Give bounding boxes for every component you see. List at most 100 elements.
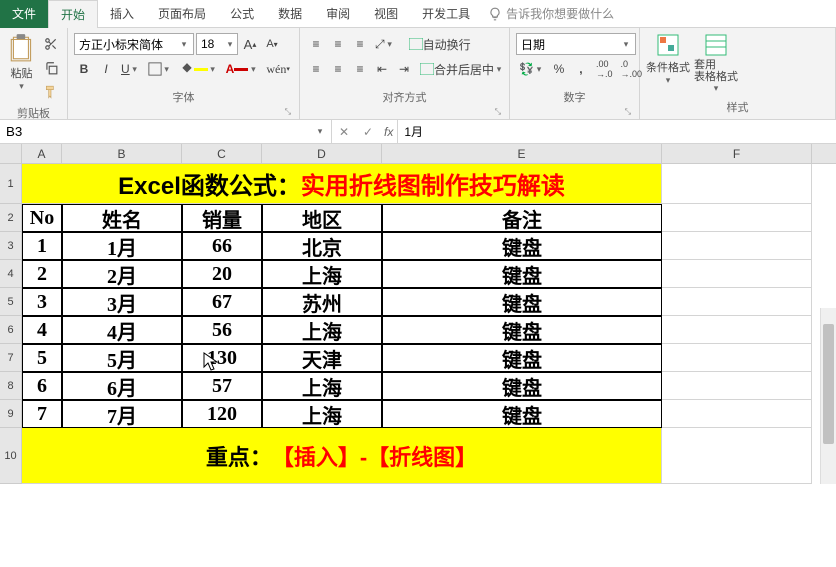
align-right-button[interactable]: ≡ (350, 58, 370, 80)
cell-f[interactable] (662, 288, 812, 316)
row-header-5[interactable]: 5 (0, 288, 22, 316)
cell-remark[interactable]: 键盘 (382, 288, 662, 316)
tab-insert[interactable]: 插入 (98, 0, 146, 28)
italic-button[interactable]: I (96, 58, 116, 80)
col-header-d[interactable]: D (262, 144, 382, 163)
increase-font-button[interactable]: A▴ (240, 33, 260, 55)
format-painter-button[interactable] (41, 81, 61, 103)
paste-button[interactable]: 粘贴 ▾ (6, 33, 37, 92)
cell-sales[interactable]: 130 (182, 344, 262, 372)
cell-remark[interactable]: 键盘 (382, 316, 662, 344)
percent-button[interactable]: % (549, 58, 569, 80)
select-all-button[interactable] (0, 144, 22, 163)
decrease-indent-button[interactable]: ⇤ (372, 58, 392, 80)
cell-f2[interactable] (662, 204, 812, 232)
align-center-button[interactable]: ≡ (328, 58, 348, 80)
accounting-format-button[interactable]: 💱▾ (516, 58, 547, 80)
cell-f[interactable] (662, 400, 812, 428)
cell-no[interactable]: 2 (22, 260, 62, 288)
orientation-button[interactable]: ⤢▾ (372, 33, 398, 55)
bold-button[interactable]: B (74, 58, 94, 80)
col-header-f[interactable]: F (662, 144, 812, 163)
cut-button[interactable] (41, 33, 61, 55)
align-left-button[interactable]: ≡ (306, 58, 326, 80)
cell-no[interactable]: 4 (22, 316, 62, 344)
header-area[interactable]: 地区 (262, 204, 382, 232)
row-header-2[interactable]: 2 (0, 204, 22, 232)
cell-no[interactable]: 5 (22, 344, 62, 372)
row-header-3[interactable]: 3 (0, 232, 22, 260)
vertical-scrollbar[interactable] (820, 308, 836, 484)
cancel-formula-button[interactable]: ✕ (332, 125, 356, 139)
row-header-4[interactable]: 4 (0, 260, 22, 288)
col-header-e[interactable]: E (382, 144, 662, 163)
cell-no[interactable]: 3 (22, 288, 62, 316)
increase-indent-button[interactable]: ⇥ (394, 58, 414, 80)
cell-sales[interactable]: 20 (182, 260, 262, 288)
merge-center-button[interactable]: 合并后居中▾ (416, 58, 508, 80)
scrollbar-thumb[interactable] (823, 324, 834, 444)
cell-area[interactable]: 苏州 (262, 288, 382, 316)
cell-f[interactable] (662, 260, 812, 288)
comma-button[interactable]: , (571, 58, 591, 80)
cell-area[interactable]: 上海 (262, 260, 382, 288)
cell-remark[interactable]: 键盘 (382, 232, 662, 260)
cell-area[interactable]: 天津 (262, 344, 382, 372)
row-header-7[interactable]: 7 (0, 344, 22, 372)
border-button[interactable]: ▾ (145, 58, 175, 80)
cell-f[interactable] (662, 232, 812, 260)
row-header-1[interactable]: 1 (0, 164, 22, 204)
header-no[interactable]: No (22, 204, 62, 232)
cell-f1[interactable] (662, 164, 812, 204)
cell-sales[interactable]: 120 (182, 400, 262, 428)
cell-f[interactable] (662, 344, 812, 372)
cell-area[interactable]: 上海 (262, 400, 382, 428)
name-box-input[interactable] (6, 124, 66, 139)
cell-name[interactable]: 4月 (62, 316, 182, 344)
cell-area[interactable]: 北京 (262, 232, 382, 260)
row-header-8[interactable]: 8 (0, 372, 22, 400)
cell-name[interactable]: 3月 (62, 288, 182, 316)
phonetic-button[interactable]: wén▾ (263, 58, 293, 80)
cell-name[interactable]: 1月 (62, 232, 182, 260)
cell-area[interactable]: 上海 (262, 372, 382, 400)
tab-page-layout[interactable]: 页面布局 (146, 0, 218, 28)
cell-f10[interactable] (662, 428, 812, 484)
cell-name[interactable]: 6月 (62, 372, 182, 400)
align-top-button[interactable]: ≡ (306, 33, 326, 55)
col-header-b[interactable]: B (62, 144, 182, 163)
cell-remark[interactable]: 键盘 (382, 344, 662, 372)
row-header-10[interactable]: 10 (0, 428, 22, 484)
cell-f[interactable] (662, 316, 812, 344)
align-middle-button[interactable]: ≡ (328, 33, 348, 55)
cell-area[interactable]: 上海 (262, 316, 382, 344)
cell-name[interactable]: 5月 (62, 344, 182, 372)
cell-no[interactable]: 6 (22, 372, 62, 400)
footer-cell[interactable]: 重点：【插入】-【折线图】 (22, 428, 662, 484)
cell-remark[interactable]: 键盘 (382, 400, 662, 428)
tab-data[interactable]: 数据 (266, 0, 314, 28)
header-name[interactable]: 姓名 (62, 204, 182, 232)
title-cell[interactable]: Excel函数公式：实用折线图制作技巧解读 (22, 164, 662, 204)
conditional-format-button[interactable]: 条件格式▾ (646, 33, 690, 86)
cell-f[interactable] (662, 372, 812, 400)
col-header-a[interactable]: A (22, 144, 62, 163)
col-header-c[interactable]: C (182, 144, 262, 163)
align-bottom-button[interactable]: ≡ (350, 33, 370, 55)
name-box[interactable]: ▾ (0, 120, 332, 143)
formula-input[interactable] (398, 125, 836, 139)
underline-button[interactable]: U▾ (118, 58, 143, 80)
cell-sales[interactable]: 57 (182, 372, 262, 400)
row-header-9[interactable]: 9 (0, 400, 22, 428)
copy-button[interactable] (41, 57, 61, 79)
cell-sales[interactable]: 56 (182, 316, 262, 344)
cell-name[interactable]: 7月 (62, 400, 182, 428)
font-color-button[interactable]: A▾ (223, 58, 262, 80)
cell-sales[interactable]: 67 (182, 288, 262, 316)
tab-home[interactable]: 开始 (48, 0, 98, 28)
cell-sales[interactable]: 66 (182, 232, 262, 260)
decrease-font-button[interactable]: A▾ (262, 33, 282, 55)
enter-formula-button[interactable]: ✓ (356, 125, 380, 139)
tab-file[interactable]: 文件 (0, 0, 48, 28)
cell-name[interactable]: 2月 (62, 260, 182, 288)
